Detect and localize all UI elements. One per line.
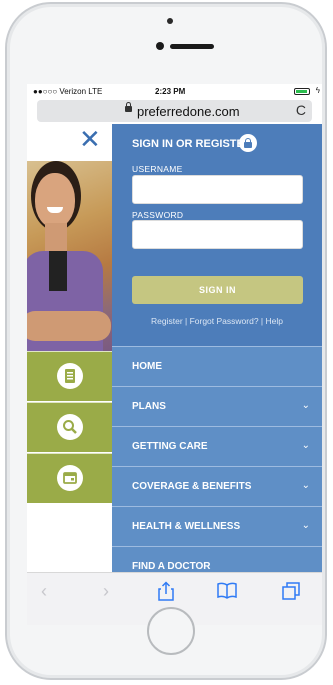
phone-frame: ●●○○○ Verizon LTE 2:23 PM ϟ preferredone… — [5, 2, 327, 680]
nav-item-getting-care[interactable]: GETTING CARE ⌄ — [112, 426, 322, 466]
calendar-icon — [57, 465, 83, 491]
left-column: ✕ — [27, 124, 112, 583]
page-content: ✕ SIGN IN OR REGISTER USERNAME PASSWORD … — [27, 124, 322, 586]
chevron-down-icon: ⌄ — [301, 520, 310, 531]
nav-label: GETTING CARE — [132, 441, 208, 452]
charging-icon: ϟ — [315, 86, 320, 95]
document-icon — [57, 363, 83, 389]
nav-label: PLANS — [132, 401, 166, 412]
bookmarks-icon[interactable] — [217, 581, 237, 604]
speaker — [170, 44, 214, 49]
screen: ●●○○○ Verizon LTE 2:23 PM ϟ preferredone… — [27, 84, 322, 625]
signin-title: SIGN IN OR REGISTER — [132, 138, 252, 150]
password-label: PASSWORD — [132, 210, 184, 220]
close-icon[interactable]: ✕ — [79, 126, 101, 152]
nav-label: FIND A DOCTOR — [132, 561, 211, 572]
username-field[interactable] — [132, 175, 303, 204]
search-tile[interactable] — [27, 402, 112, 452]
chevron-down-icon: ⌄ — [301, 480, 310, 491]
camera — [156, 42, 164, 50]
share-icon[interactable] — [157, 581, 175, 606]
calendar-tile[interactable] — [27, 453, 112, 503]
forward-icon[interactable]: › — [103, 581, 109, 602]
menu-panel: SIGN IN OR REGISTER USERNAME PASSWORD SI… — [112, 124, 322, 586]
chevron-down-icon: ⌄ — [301, 400, 310, 411]
nav-label: COVERAGE & BENEFITS — [132, 481, 252, 492]
lock-icon — [239, 134, 257, 152]
signin-section: SIGN IN OR REGISTER USERNAME PASSWORD SI… — [112, 124, 322, 346]
home-button[interactable] — [147, 607, 195, 655]
clock: 2:23 PM — [155, 87, 186, 96]
search-icon — [57, 414, 83, 440]
status-bar: ●●○○○ Verizon LTE 2:23 PM ϟ — [27, 84, 322, 100]
username-label: USERNAME — [132, 164, 183, 174]
nav-item-health-wellness[interactable]: HEALTH & WELLNESS ⌄ — [112, 506, 322, 546]
lock-icon — [125, 102, 132, 112]
url-text: preferredone.com — [137, 104, 240, 119]
reload-icon[interactable]: C — [296, 102, 306, 118]
hero-photo — [27, 161, 112, 351]
nav-label: HOME — [132, 361, 162, 372]
address-bar[interactable]: preferredone.com C — [37, 100, 312, 122]
tabs-icon[interactable] — [281, 581, 301, 606]
documents-tile[interactable] — [27, 351, 112, 401]
signin-button[interactable]: SIGN IN — [132, 276, 303, 304]
password-field[interactable] — [132, 220, 303, 249]
nav-item-coverage-benefits[interactable]: COVERAGE & BENEFITS ⌄ — [112, 466, 322, 506]
carrier-signal: ●●○○○ Verizon LTE — [33, 87, 103, 96]
account-links[interactable]: Register | Forgot Password? | Help — [112, 316, 322, 326]
battery-icon — [294, 88, 310, 95]
back-icon[interactable]: ‹ — [41, 581, 47, 602]
nav-label: HEALTH & WELLNESS — [132, 521, 241, 532]
sensor-dot — [167, 18, 173, 24]
nav-item-plans[interactable]: PLANS ⌄ — [112, 386, 322, 426]
chevron-down-icon: ⌄ — [301, 440, 310, 451]
nav-item-home[interactable]: HOME — [112, 346, 322, 386]
